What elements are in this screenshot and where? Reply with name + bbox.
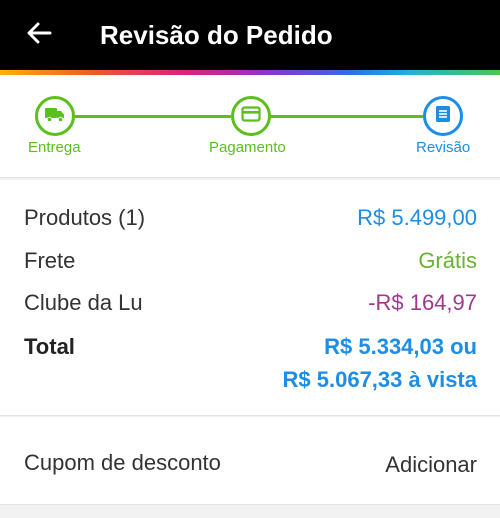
step-label-pagamento: Pagamento <box>209 139 286 156</box>
total-cash-value: R$ 5.067,33 à vista <box>282 367 477 392</box>
shipping-value: Grátis <box>418 248 477 273</box>
order-summary: Produtos (1) R$ 5.499,00 Frete Grátis Cl… <box>0 180 500 416</box>
step-label-revisao: Revisão <box>416 139 471 156</box>
step-entrega[interactable] <box>35 96 75 136</box>
coupon-label: Cupom de desconto <box>24 450 221 475</box>
page-title: Revisão do Pedido <box>100 20 333 50</box>
step-revisao[interactable] <box>423 96 463 136</box>
step-pagamento[interactable] <box>231 96 271 136</box>
club-label: Clube da Lu <box>24 290 143 315</box>
truck-icon <box>44 105 66 128</box>
products-label: Produtos (1) <box>24 205 146 230</box>
list-icon <box>434 105 452 128</box>
back-button[interactable] <box>24 20 54 50</box>
order-review-screen: Revisão do Pedido Entrega Pagamento Revi… <box>0 0 500 518</box>
total-installment-value: R$ 5.334,03 ou <box>324 334 477 359</box>
step-connector-2 <box>270 115 423 118</box>
app-header: Revisão do Pedido <box>0 0 500 70</box>
total-label: Total <box>24 334 75 359</box>
add-coupon-button[interactable]: Adicionar <box>385 451 477 479</box>
club-discount-value: -R$ 164,97 <box>368 290 477 315</box>
checkout-stepper: Entrega Pagamento Revisão <box>0 75 500 178</box>
step-label-entrega: Entrega <box>28 139 81 156</box>
credit-card-icon <box>241 105 261 127</box>
coupon-row[interactable]: Cupom de desconto Adicionar <box>0 417 500 505</box>
products-value: R$ 5.499,00 <box>357 205 477 230</box>
shipping-label: Frete <box>24 248 76 273</box>
arrow-left-icon <box>26 22 52 49</box>
step-connector-1 <box>75 115 231 118</box>
